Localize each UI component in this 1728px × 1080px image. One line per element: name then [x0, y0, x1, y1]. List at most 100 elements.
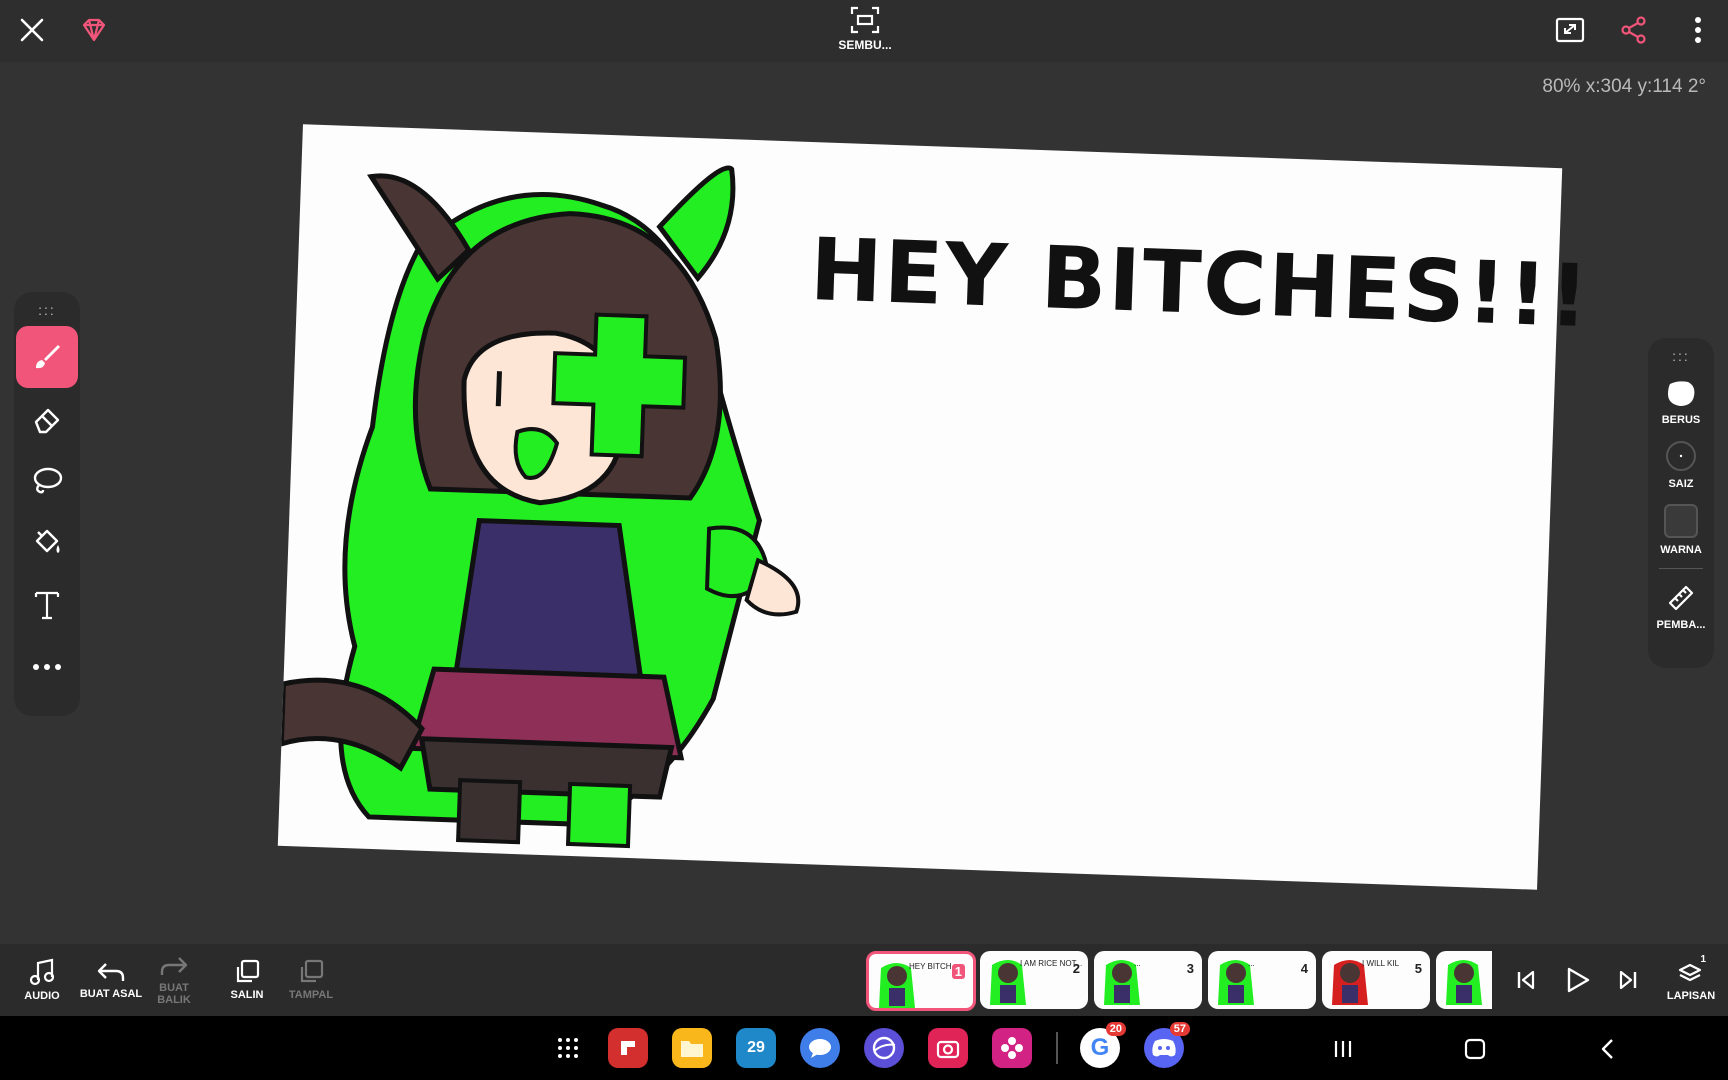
left-toolbar: ::: [14, 292, 80, 716]
skip-back-icon [1517, 970, 1535, 990]
brush-type-button[interactable]: BERUS [1648, 378, 1714, 426]
back-icon[interactable] [1590, 1032, 1624, 1066]
frame-thumbnail-art [1446, 960, 1482, 1005]
paste-button[interactable]: TAMPAL [286, 944, 336, 1016]
brush-icon [36, 345, 60, 369]
gallery-app-icon[interactable] [992, 1028, 1032, 1068]
right-toolbar-divider [1659, 568, 1703, 569]
canvas-text-layer[interactable]: HEY BITCHES!!! [808, 220, 1592, 347]
discord-app-icon[interactable]: 57 [1144, 1022, 1190, 1068]
audio-label: AUDIO [24, 990, 60, 1002]
color-label: WARNA [1660, 544, 1702, 556]
fullscreen-toggle[interactable]: SEMBU... [820, 6, 910, 60]
ruler-icon [1668, 585, 1694, 611]
fill-tool-button[interactable] [16, 512, 78, 574]
color-swatch [1664, 504, 1698, 538]
flipaclip-app-icon[interactable] [608, 1028, 648, 1068]
browser-app-icon[interactable] [864, 1028, 904, 1068]
lasso-icon [33, 467, 63, 494]
messages-app-icon[interactable] [800, 1028, 840, 1068]
more-tools-button[interactable] [16, 636, 78, 698]
premium-diamond-icon[interactable] [76, 12, 112, 48]
brush-size-label: SAIZ [1668, 478, 1694, 490]
more-vertical-icon[interactable] [1680, 12, 1716, 48]
layers-icon-wrap: 1 [1676, 954, 1706, 986]
frame-thumbnail-partial[interactable] [1436, 951, 1492, 1009]
first-frame-button[interactable] [1508, 962, 1544, 998]
frame-caption: HEY BITCH [909, 962, 952, 971]
layers-label: LAPISAN [1666, 990, 1716, 1002]
frame-thumbnail[interactable]: I AM RICE NOT... 2 [980, 951, 1088, 1009]
play-icon [1567, 967, 1590, 993]
character-illustration [278, 165, 801, 849]
more-horizontal-icon [33, 664, 61, 670]
music-note-icon [29, 958, 55, 986]
redo-icon [160, 957, 188, 975]
frame-caption: ... [1134, 959, 1141, 968]
brush-stroke-icon [1668, 381, 1695, 406]
frame-thumbnail[interactable]: ... 4 [1208, 951, 1316, 1009]
redo-label: BUAT BALIK [157, 982, 191, 1006]
right-toolbar: ::: BERUS SAIZ WARNA PEMBA... [1648, 338, 1714, 668]
close-icon[interactable] [14, 12, 50, 48]
frame-number: 5 [1414, 961, 1422, 976]
brush-size-button[interactable]: SAIZ [1648, 440, 1714, 490]
fill-bucket-icon [35, 529, 60, 553]
frame-thumbnail[interactable]: HEY BITCH 1 [866, 951, 976, 1011]
canvas-paper[interactable]: HEY BITCHES!!! [277, 124, 1592, 890]
text-icon [34, 591, 60, 620]
frame-number: 2 [1072, 961, 1080, 976]
paste-icon [300, 959, 324, 983]
brush-size-icon [1666, 441, 1696, 471]
brush-tool-button[interactable] [16, 326, 78, 388]
top-bar: SEMBU... [0, 0, 1728, 62]
toolbar-drag-handle[interactable]: ::: [14, 292, 80, 318]
copy-button[interactable]: SALIN [224, 944, 270, 1016]
frame-thumbnail[interactable]: I WILL KIL 5 [1322, 951, 1430, 1009]
eraser-tool-button[interactable] [16, 388, 78, 450]
home-icon[interactable] [1458, 1032, 1492, 1066]
layers-button[interactable]: 1 LAPISAN [1662, 944, 1720, 1016]
recent-apps-icon[interactable] [1326, 1032, 1360, 1066]
share-icon[interactable] [1616, 12, 1652, 48]
google-g-glyph: G [1090, 1034, 1110, 1061]
files-app-icon[interactable] [672, 1028, 712, 1068]
eraser-icon [34, 408, 60, 434]
last-frame-button[interactable] [1610, 962, 1646, 998]
google-app-icon[interactable]: G 20 [1080, 1022, 1126, 1068]
zoom-coordinate-readout: 80% x:304 y:114 2° [1542, 76, 1706, 97]
google-notification-badge: 20 [1105, 1022, 1126, 1036]
frame-number: 3 [1186, 961, 1194, 976]
app-drawer-icon[interactable] [548, 1028, 588, 1068]
copy-icon [236, 959, 260, 983]
lasso-tool-button[interactable] [16, 450, 78, 512]
undo-button[interactable]: BUAT ASAL [76, 944, 146, 1016]
layers-count: 1 [1700, 954, 1706, 965]
frame-thumbnail[interactable]: ... 3 [1094, 951, 1202, 1009]
redo-button[interactable]: BUAT BALIK [154, 944, 194, 1016]
frame-number: 4 [1300, 961, 1308, 976]
frame-caption: I WILL KIL [1362, 959, 1400, 968]
color-picker-button[interactable]: WARNA [1648, 504, 1714, 556]
ruler-label: PEMBA... [1656, 619, 1706, 631]
right-toolbar-drag-handle[interactable]: ::: [1648, 338, 1714, 364]
brush-type-label: BERUS [1661, 414, 1701, 426]
play-button[interactable] [1558, 960, 1598, 1000]
frame-fit-icon [850, 6, 880, 34]
skip-forward-icon [1619, 970, 1637, 990]
expand-icon[interactable] [1552, 12, 1588, 48]
audio-button[interactable]: AUDIO [20, 944, 64, 1016]
calendar-day: 29 [747, 1039, 765, 1056]
fullscreen-label: SEMBU... [838, 38, 892, 52]
undo-label: BUAT ASAL [79, 988, 143, 1000]
paste-label: TAMPAL [288, 989, 334, 1001]
frame-number: 1 [951, 964, 965, 979]
dock-divider [1056, 1032, 1058, 1064]
calendar-app-icon[interactable]: 29 [736, 1028, 776, 1068]
discord-notification-badge: 57 [1169, 1022, 1190, 1036]
text-tool-button[interactable] [16, 574, 78, 636]
ruler-button[interactable]: PEMBA... [1648, 583, 1714, 631]
drawing-canvas[interactable]: HEY BITCHES!!! [277, 124, 1592, 890]
frame-caption: ... [1248, 959, 1255, 968]
camera-app-icon[interactable] [928, 1028, 968, 1068]
